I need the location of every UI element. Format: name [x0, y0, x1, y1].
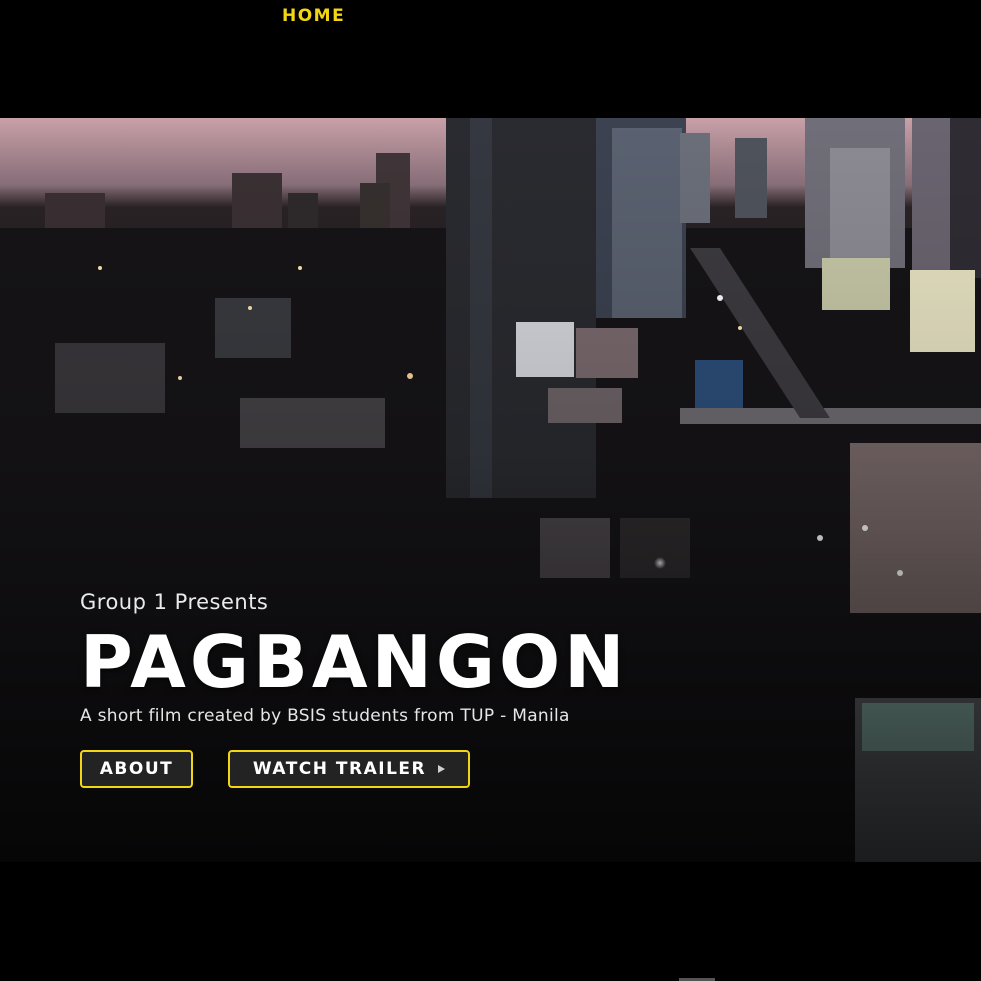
about-button-label: ABOUT [99, 759, 174, 779]
page: HOME Group 1 Presents PAGBANGON A short … [0, 0, 981, 981]
play-icon [438, 765, 446, 773]
watch-trailer-label: WATCH TRAILER [252, 759, 427, 779]
nav-home-link[interactable]: HOME [282, 6, 345, 26]
film-title: PAGBANGON [80, 620, 629, 704]
film-subtitle: A short film created by BSIS students fr… [80, 706, 570, 726]
presents-label: Group 1 Presents [80, 590, 269, 614]
about-button[interactable]: ABOUT [80, 750, 193, 788]
watch-trailer-button[interactable]: WATCH TRAILER [228, 750, 470, 788]
top-navigation-bar: HOME [0, 0, 981, 118]
